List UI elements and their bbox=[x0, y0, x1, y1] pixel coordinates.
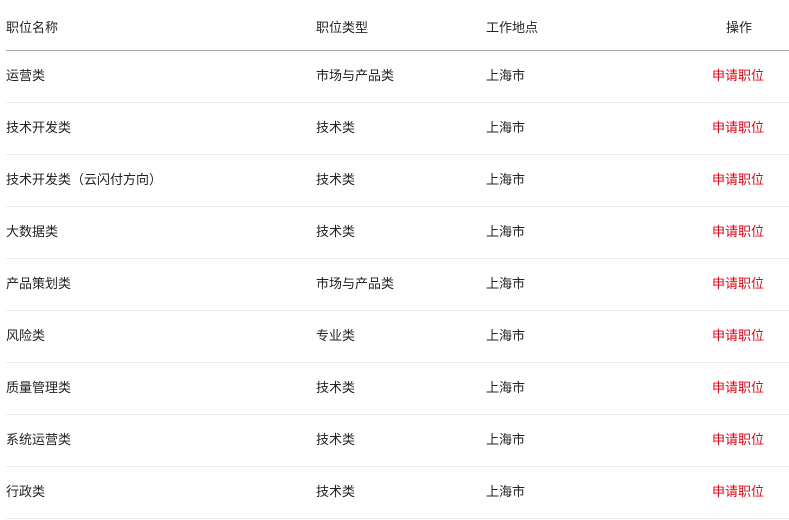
job-name: 大数据类 bbox=[6, 225, 59, 240]
job-name: 系统运营类 bbox=[6, 433, 72, 448]
apply-job-link[interactable]: 申请职位 bbox=[712, 51, 764, 102]
header-action: 操作 bbox=[726, 21, 753, 36]
apply-job-link[interactable]: 申请职位 bbox=[712, 363, 764, 414]
job-type: 技术类 bbox=[316, 381, 356, 396]
job-type: 技术类 bbox=[316, 173, 356, 188]
job-table: 职位名称 职位类型 工作地点 操作 运营类 市场与产品类 上海市 申请职位 技术开发类技… bbox=[6, 0, 789, 519]
apply-job-link[interactable]: 申请职位 bbox=[712, 467, 764, 518]
apply-job-link[interactable]: 申请职位 bbox=[712, 311, 764, 362]
table-row: 质量管理类 技术类 上海市 申请职位 bbox=[6, 363, 789, 415]
job-type: 技术类 bbox=[316, 485, 356, 500]
job-name: 技术开发类（云闪付方向） bbox=[6, 173, 163, 188]
job-location: 上海市 bbox=[486, 329, 526, 344]
header-location: 工作地点 bbox=[486, 21, 539, 36]
job-location: 上海市 bbox=[486, 121, 526, 136]
table-header: 职位名称 职位类型 工作地点 操作 bbox=[6, 0, 789, 51]
header-job-type: 职位类型 bbox=[316, 21, 369, 36]
job-location: 上海市 bbox=[486, 69, 526, 84]
job-location: 上海市 bbox=[486, 485, 526, 500]
job-type: 技术类 bbox=[316, 225, 356, 240]
job-type: 市场与产品类 bbox=[316, 69, 395, 84]
job-name: 技术开发类 bbox=[6, 121, 72, 136]
job-name: 产品策划类 bbox=[6, 277, 72, 292]
apply-job-link[interactable]: 申请职位 bbox=[712, 155, 764, 206]
table-row: 产品策划类 市场与产品类 上海市 申请职位 bbox=[6, 259, 789, 311]
job-location: 上海市 bbox=[486, 173, 526, 188]
job-location: 上海市 bbox=[486, 225, 526, 240]
job-type: 技术类 bbox=[316, 121, 356, 136]
job-type: 市场与产品类 bbox=[316, 277, 395, 292]
table-row: 运营类 市场与产品类 上海市 申请职位 bbox=[6, 51, 789, 103]
apply-job-link[interactable]: 申请职位 bbox=[712, 207, 764, 258]
table-row: 风险类 专业类 上海市 申请职位 bbox=[6, 311, 789, 363]
job-name: 运营类 bbox=[6, 69, 46, 84]
apply-job-link[interactable]: 申请职位 bbox=[712, 103, 764, 154]
job-type: 专业类 bbox=[316, 329, 356, 344]
job-type: 技术类 bbox=[316, 433, 356, 448]
table-row: 技术开发类（云闪付方向） 技术类 上海市 申请职位 bbox=[6, 155, 789, 207]
job-location: 上海市 bbox=[486, 277, 526, 292]
job-name: 质量管理类 bbox=[6, 381, 72, 396]
table-row: 大数据类 技术类 上海市 申请职位 bbox=[6, 207, 789, 259]
job-location: 上海市 bbox=[486, 381, 526, 396]
job-name: 行政类 bbox=[6, 485, 46, 500]
table-row: 行政类 技术类 上海市 申请职位 bbox=[6, 467, 789, 519]
apply-job-link[interactable]: 申请职位 bbox=[712, 259, 764, 310]
job-name: 风险类 bbox=[6, 329, 46, 344]
apply-job-link[interactable]: 申请职位 bbox=[712, 415, 764, 466]
header-job-name: 职位名称 bbox=[6, 21, 59, 36]
table-row: 技术开发类 技术类 上海市 申请职位 bbox=[6, 103, 789, 155]
table-row: 系统运营类 技术类 上海市 申请职位 bbox=[6, 415, 789, 467]
job-location: 上海市 bbox=[486, 433, 526, 448]
